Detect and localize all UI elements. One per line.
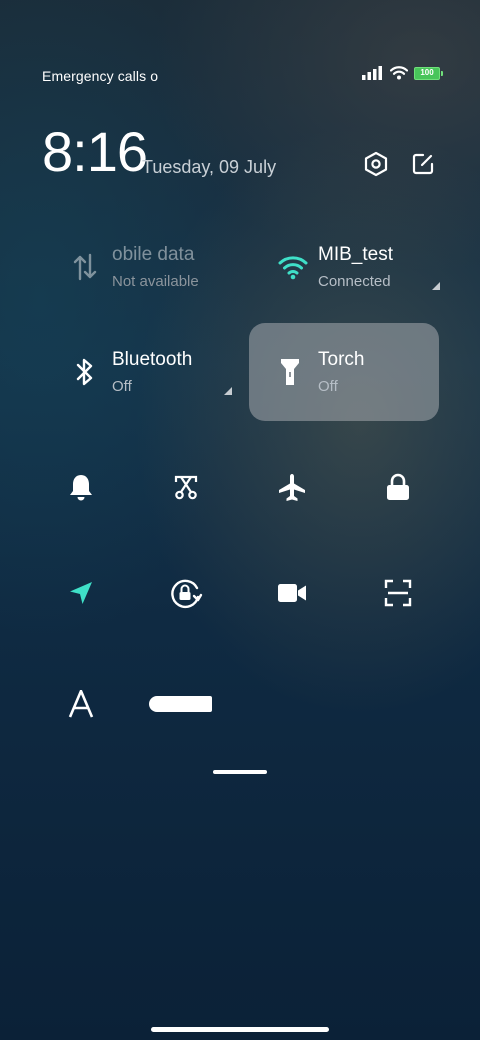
- airplane-icon: [279, 474, 305, 501]
- edit-button[interactable]: [408, 149, 438, 179]
- lock-screen-button[interactable]: [376, 465, 420, 509]
- tile-bluetooth[interactable]: Bluetooth Off: [52, 323, 242, 421]
- bell-icon: [70, 475, 92, 501]
- screenshot-button[interactable]: [164, 465, 208, 509]
- edit-icon: [412, 153, 434, 175]
- wifi-icon: [278, 252, 308, 282]
- screen-recorder-button[interactable]: [270, 571, 314, 615]
- tile-bluetooth-status: Off: [112, 378, 132, 395]
- location-arrow-icon: [70, 582, 92, 604]
- scanner-button[interactable]: [376, 571, 420, 615]
- settings-button[interactable]: [361, 149, 391, 179]
- scanner-icon: [384, 579, 412, 607]
- home-gesture-bar[interactable]: [151, 1027, 329, 1032]
- tile-torch-status: Off: [318, 378, 338, 395]
- mobile-data-arrows-icon: [70, 252, 100, 282]
- rotation-lock-icon: [171, 579, 203, 609]
- font-a-icon: [68, 690, 94, 718]
- tile-wifi-title: MIB_test: [318, 244, 393, 265]
- tile-wifi-status: Connected: [318, 273, 391, 290]
- tile-torch[interactable]: Torch Off: [249, 323, 439, 421]
- brightness-slider[interactable]: [149, 696, 212, 712]
- tile-bluetooth-expand-corner[interactable]: [224, 387, 232, 395]
- tile-bluetooth-title: Bluetooth: [112, 349, 193, 370]
- hexagon-settings-icon: [364, 151, 388, 177]
- clock-date: Tuesday, 09 July: [142, 157, 277, 177]
- panel-drag-handle[interactable]: [213, 770, 267, 774]
- torch-icon: [275, 357, 305, 387]
- lock-icon: [387, 473, 409, 500]
- status-icons: 100: [362, 66, 443, 80]
- tile-wifi-expand-corner[interactable]: [432, 282, 440, 290]
- bluetooth-icon: [70, 357, 100, 387]
- tile-mobile-data-status: Not available: [112, 273, 199, 290]
- tile-torch-title: Torch: [318, 349, 365, 370]
- clock-time: 8:16: [42, 120, 148, 183]
- font-size-button[interactable]: [59, 682, 103, 726]
- signal-icon: [362, 66, 382, 80]
- tile-mobile-data-title: obile data: [112, 244, 195, 265]
- wifi-status-icon: [390, 66, 408, 80]
- ringer-button[interactable]: [59, 465, 103, 509]
- battery-level: 100: [420, 68, 434, 77]
- screenshot-scissors-icon: [174, 475, 198, 500]
- tile-wifi[interactable]: MIB_test Connected: [260, 218, 450, 316]
- video-camera-icon: [278, 584, 306, 602]
- carrier-status-text: Emergency calls o: [42, 68, 159, 84]
- location-button[interactable]: [59, 571, 103, 615]
- airplane-mode-button[interactable]: [270, 465, 314, 509]
- rotation-lock-button[interactable]: [164, 571, 208, 615]
- tile-mobile-data[interactable]: obile data Not available: [52, 218, 242, 316]
- battery-icon: 100: [414, 66, 443, 80]
